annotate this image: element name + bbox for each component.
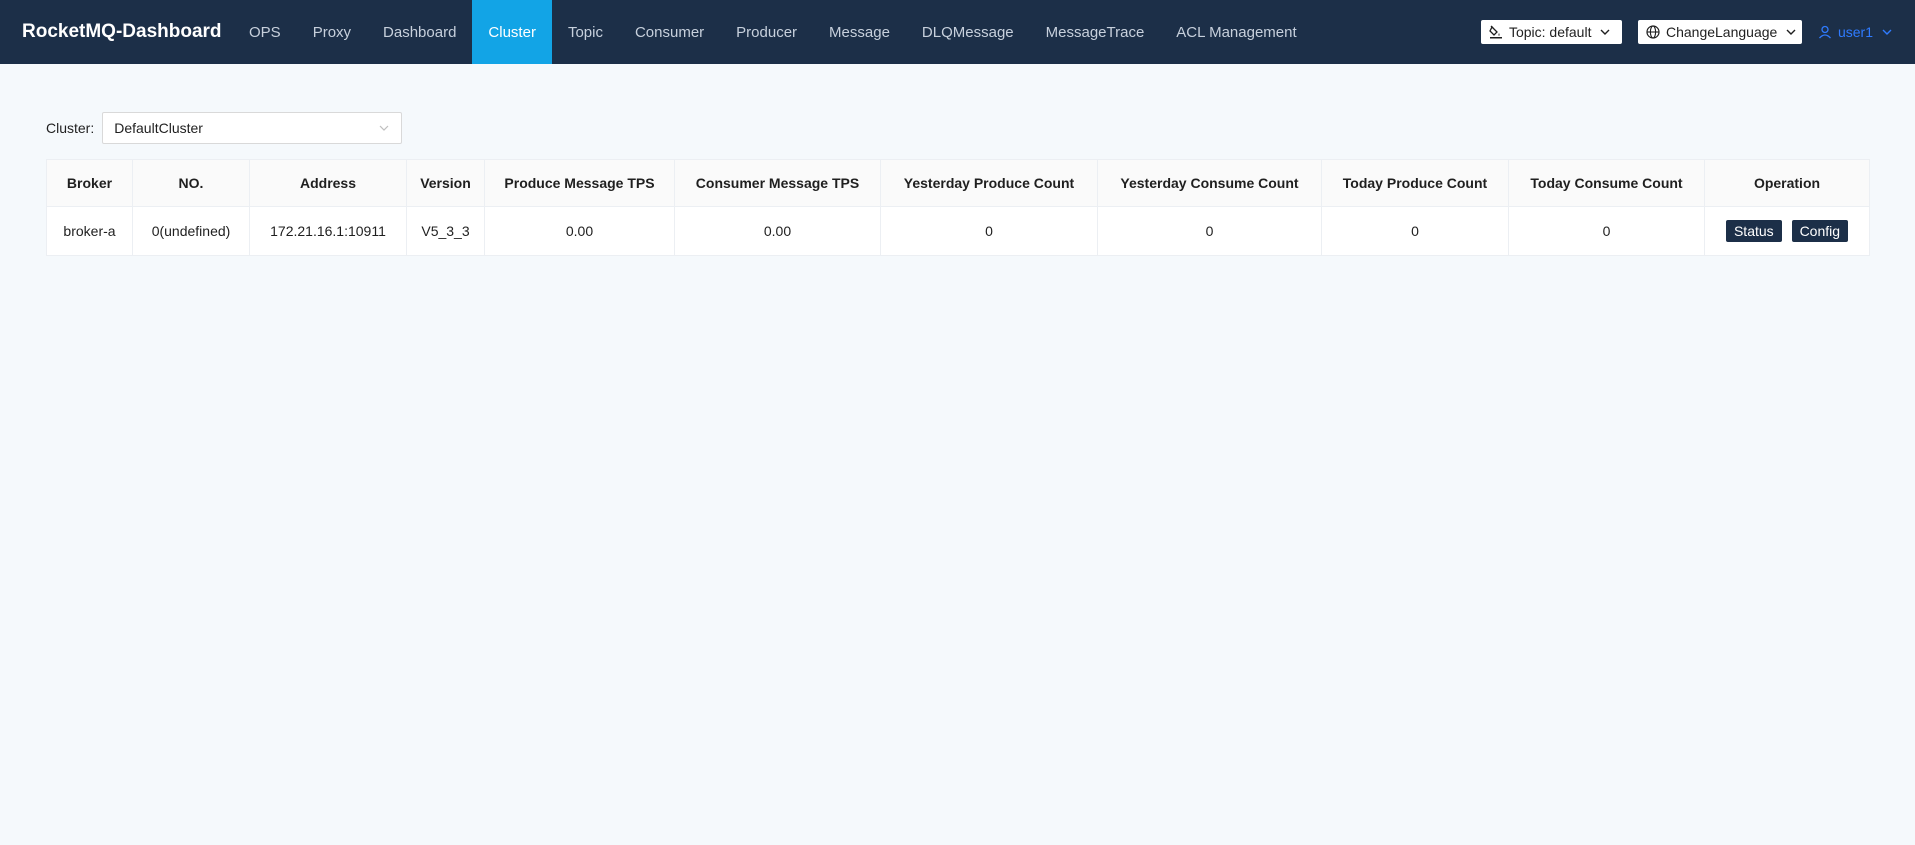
nav-item-consumer[interactable]: Consumer — [619, 0, 720, 64]
username: user1 — [1837, 24, 1873, 40]
column-header: Broker — [46, 159, 133, 207]
status-button[interactable]: Status — [1725, 220, 1782, 242]
nav-item-dlqmessage[interactable]: DLQMessage — [906, 0, 1030, 64]
table-header-row: Broker NO. Address Version Produce Messa… — [46, 159, 1870, 207]
column-header: Today Consume Count — [1508, 159, 1705, 207]
column-header: NO. — [132, 159, 250, 207]
column-header: Yesterday Consume Count — [1097, 159, 1322, 207]
table-row: broker-a 0(undefined) 172.21.16.1:10911 … — [46, 206, 1870, 256]
yesterday-consume-cell: 0 — [1097, 206, 1322, 256]
cluster-select-value: DefaultCluster — [114, 120, 203, 136]
config-button[interactable]: Config — [1791, 220, 1849, 242]
globe-icon — [1646, 25, 1660, 39]
column-header: Consumer Message TPS — [674, 159, 881, 207]
app-logo-title: RocketMQ-Dashboard — [22, 21, 222, 42]
cluster-select[interactable]: DefaultCluster — [102, 112, 403, 144]
produce-tps-cell: 0.00 — [484, 206, 675, 256]
operation-cell: Status Config — [1704, 206, 1870, 256]
nav-item-dashboard[interactable]: Dashboard — [367, 0, 472, 64]
language-dropdown-label: ChangeLanguage — [1665, 24, 1778, 40]
top-navigation-bar: RocketMQ-Dashboard OPS Proxy Dashboard C… — [0, 0, 1915, 64]
main-nav: OPS Proxy Dashboard Cluster Topic Consum… — [233, 0, 1313, 64]
address-cell: 172.21.16.1:10911 — [249, 206, 407, 256]
column-header: Operation — [1704, 159, 1870, 207]
no-cell: 0(undefined) — [132, 206, 250, 256]
column-header: Yesterday Produce Count — [880, 159, 1098, 207]
column-header: Produce Message TPS — [484, 159, 675, 207]
consumer-tps-cell: 0.00 — [674, 206, 881, 256]
paint-bucket-icon — [1489, 25, 1503, 39]
today-produce-cell: 0 — [1321, 206, 1509, 256]
column-header: Today Produce Count — [1321, 159, 1509, 207]
nav-item-messagetrace[interactable]: MessageTrace — [1030, 0, 1161, 64]
nav-item-ops[interactable]: OPS — [233, 0, 297, 64]
nav-item-cluster[interactable]: Cluster — [472, 0, 552, 64]
topic-dropdown-label: Topic: default — [1508, 24, 1592, 40]
topic-theme-dropdown[interactable]: Topic: default — [1480, 20, 1622, 44]
cluster-filter: Cluster: DefaultCluster — [46, 112, 1869, 144]
main-content: Cluster: DefaultCluster Broker NO. Addre… — [0, 64, 1915, 256]
header-tools: Topic: default ChangeLanguage user1 — [1480, 0, 1915, 64]
user-icon — [1818, 25, 1832, 39]
broker-cell: broker-a — [46, 206, 133, 256]
today-consume-cell: 0 — [1508, 206, 1705, 256]
nav-item-proxy[interactable]: Proxy — [297, 0, 367, 64]
broker-table: Broker NO. Address Version Produce Messa… — [46, 159, 1870, 256]
user-menu[interactable]: user1 — [1818, 24, 1893, 40]
column-header: Version — [406, 159, 485, 207]
cluster-label: Cluster: — [46, 120, 95, 136]
nav-item-acl-management[interactable]: ACL Management — [1160, 0, 1312, 64]
chevron-down-icon — [1599, 26, 1611, 38]
column-header: Address — [249, 159, 407, 207]
version-cell: V5_3_3 — [406, 206, 485, 256]
nav-item-topic[interactable]: Topic — [552, 0, 619, 64]
nav-item-message[interactable]: Message — [813, 0, 906, 64]
nav-item-producer[interactable]: Producer — [720, 0, 813, 64]
chevron-down-icon — [378, 122, 390, 134]
yesterday-produce-cell: 0 — [880, 206, 1098, 256]
chevron-down-icon — [1881, 26, 1893, 38]
change-language-dropdown[interactable]: ChangeLanguage — [1637, 20, 1802, 44]
chevron-down-icon — [1785, 26, 1797, 38]
